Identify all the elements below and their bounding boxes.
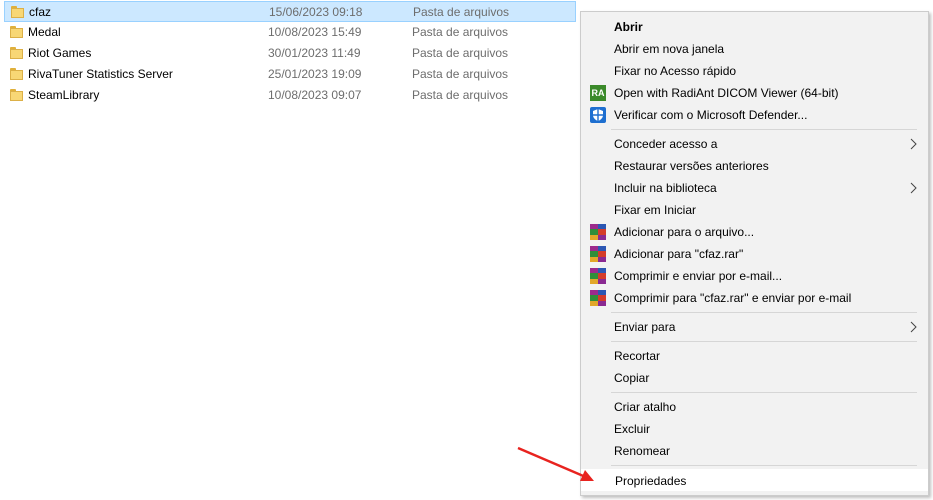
file-row-riot-games[interactable]: Riot Games 30/01/2023 11:49 Pasta de arq… — [4, 43, 576, 64]
folder-icon — [10, 68, 23, 80]
winrar-icon — [590, 268, 606, 284]
annotation-arrow-icon — [517, 446, 594, 481]
menu-label: Comprimir e enviar por e-mail... — [614, 269, 783, 283]
winrar-icon — [590, 224, 606, 240]
menu-item-conceder-acesso[interactable]: Conceder acesso a — [581, 133, 928, 155]
menu-label: Renomear — [614, 444, 671, 458]
menu-label: Copiar — [614, 371, 650, 385]
file-type: Pasta de arquivos — [412, 67, 509, 81]
menu-item-restaurar-versoes[interactable]: Restaurar versões anteriores — [581, 155, 928, 177]
menu-item-abrir-nova-janela[interactable]: Abrir em nova janela — [581, 38, 928, 60]
menu-item-propriedades[interactable]: Propriedades — [581, 469, 928, 491]
menu-label: Adicionar para o arquivo... — [614, 225, 755, 239]
file-date: 10/08/2023 15:49 — [268, 25, 362, 39]
menu-label: Enviar para — [614, 320, 676, 334]
menu-item-enviar-para[interactable]: Enviar para — [581, 316, 928, 338]
file-date: 10/08/2023 09:07 — [268, 88, 362, 102]
folder-icon — [11, 6, 24, 18]
menu-separator — [611, 312, 917, 313]
menu-item-copiar[interactable]: Copiar — [581, 367, 928, 389]
menu-item-adicionar-cfaz[interactable]: Adicionar para "cfaz.rar" — [581, 243, 928, 265]
radiant-icon: RA — [590, 85, 606, 101]
context-menu: Abrir Abrir em nova janela Fixar no Aces… — [580, 11, 929, 496]
menu-label: Criar atalho — [614, 400, 677, 414]
menu-item-radiant[interactable]: RA Open with RadiAnt DICOM Viewer (64-bi… — [581, 82, 928, 104]
menu-separator — [611, 392, 917, 393]
menu-label: Verificar com o Microsoft Defender... — [614, 108, 808, 122]
menu-item-recortar[interactable]: Recortar — [581, 345, 928, 367]
menu-label: Conceder acesso a — [614, 137, 718, 151]
chevron-right-icon — [910, 321, 917, 333]
folder-icon — [10, 47, 23, 59]
menu-item-abrir[interactable]: Abrir — [581, 16, 928, 38]
file-type: Pasta de arquivos — [412, 88, 509, 102]
menu-item-excluir[interactable]: Excluir — [581, 418, 928, 440]
menu-item-adicionar-arquivo[interactable]: Adicionar para o arquivo... — [581, 221, 928, 243]
menu-label: Fixar no Acesso rápido — [614, 64, 737, 78]
file-type: Pasta de arquivos — [412, 25, 509, 39]
file-name: Medal — [28, 25, 61, 39]
winrar-icon — [590, 290, 606, 306]
winrar-icon — [590, 246, 606, 262]
menu-label: Excluir — [614, 422, 651, 436]
file-row-steamlibrary[interactable]: SteamLibrary 10/08/2023 09:07 Pasta de a… — [4, 85, 576, 106]
file-date: 30/01/2023 11:49 — [268, 46, 361, 60]
file-row-cfaz[interactable]: cfaz 15/06/2023 09:18 Pasta de arquivos — [4, 1, 576, 22]
menu-item-defender[interactable]: Verificar com o Microsoft Defender... — [581, 104, 928, 126]
menu-item-fixar-acesso-rapido[interactable]: Fixar no Acesso rápido — [581, 60, 928, 82]
file-type: Pasta de arquivos — [413, 5, 510, 19]
menu-item-criar-atalho[interactable]: Criar atalho — [581, 396, 928, 418]
defender-shield-icon — [590, 107, 606, 123]
menu-separator — [611, 341, 917, 342]
file-date: 15/06/2023 09:18 — [269, 5, 363, 19]
file-name: Riot Games — [28, 46, 92, 60]
chevron-right-icon — [910, 182, 917, 194]
menu-label: Recortar — [614, 349, 661, 363]
file-type: Pasta de arquivos — [412, 46, 509, 60]
menu-label: Fixar em Iniciar — [614, 203, 697, 217]
menu-label: Restaurar versões anteriores — [614, 159, 769, 173]
file-date: 25/01/2023 19:09 — [268, 67, 362, 81]
file-row-medal[interactable]: Medal 10/08/2023 15:49 Pasta de arquivos — [4, 22, 576, 43]
folder-icon — [10, 89, 23, 101]
menu-item-renomear[interactable]: Renomear — [581, 440, 928, 462]
menu-label: Open with RadiAnt DICOM Viewer (64-bit) — [614, 86, 839, 100]
chevron-right-icon — [910, 138, 917, 150]
menu-item-fixar-iniciar[interactable]: Fixar em Iniciar — [581, 199, 928, 221]
menu-separator — [611, 129, 917, 130]
file-name: cfaz — [29, 5, 52, 19]
menu-label: Abrir em nova janela — [614, 42, 725, 56]
menu-separator — [611, 465, 917, 466]
file-name: SteamLibrary — [28, 88, 100, 102]
menu-label: Incluir na biblioteca — [614, 181, 717, 195]
menu-item-incluir-biblioteca[interactable]: Incluir na biblioteca — [581, 177, 928, 199]
menu-label: Propriedades — [615, 474, 687, 488]
menu-item-comprimir-cfaz-email[interactable]: Comprimir para "cfaz.rar" e enviar por e… — [581, 287, 928, 309]
menu-label: Abrir — [614, 20, 643, 34]
menu-label: Adicionar para "cfaz.rar" — [614, 247, 744, 261]
file-row-rivatuner[interactable]: RivaTuner Statistics Server 25/01/2023 1… — [4, 64, 576, 85]
folder-icon — [10, 26, 23, 38]
menu-label: Comprimir para "cfaz.rar" e enviar por e… — [614, 291, 852, 305]
file-name: RivaTuner Statistics Server — [28, 67, 173, 81]
menu-item-comprimir-email[interactable]: Comprimir e enviar por e-mail... — [581, 265, 928, 287]
